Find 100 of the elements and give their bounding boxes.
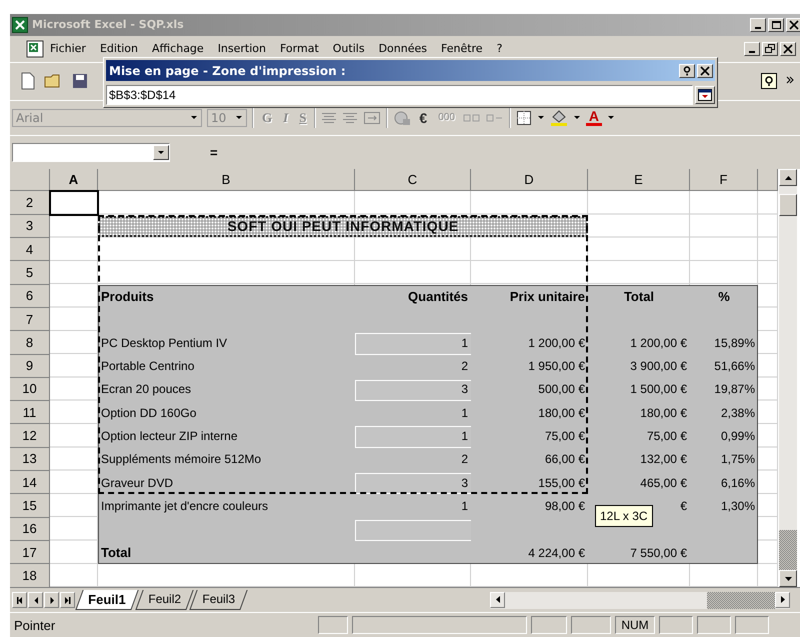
close-icon — [789, 20, 799, 30]
row-header[interactable]: 4 — [10, 238, 50, 262]
column-header[interactable]: D — [471, 169, 588, 192]
font-size: 10 — [211, 110, 226, 125]
scroll-up-arrow-icon[interactable] — [784, 176, 792, 180]
menu-item[interactable]: Outils — [326, 40, 372, 58]
column-header[interactable]: E — [588, 169, 690, 192]
close-button[interactable] — [780, 42, 796, 56]
skip-right-arrow-icon[interactable] — [64, 596, 70, 604]
vertical-scrollbar[interactable] — [778, 169, 797, 588]
menu-item[interactable]: Affichage — [145, 40, 211, 58]
num-lock-indicator: NUM — [615, 616, 655, 634]
table-cell-text: 180,00 € — [639, 404, 688, 422]
menu-item[interactable]: ? — [490, 40, 510, 58]
sheet-tab[interactable]: Feuil1 — [75, 590, 138, 610]
new-document-icon[interactable] — [20, 72, 36, 90]
menu-item[interactable]: Format — [273, 40, 326, 58]
borders-icon[interactable] — [516, 110, 532, 126]
row-header[interactable]: 15 — [10, 494, 50, 518]
restore-icon — [765, 44, 775, 54]
help-button[interactable] — [679, 64, 695, 78]
expand-dialog-button[interactable] — [695, 86, 715, 104]
scrollbar-thumb[interactable] — [707, 592, 775, 609]
row-header[interactable]: 7 — [10, 308, 50, 332]
menu-item[interactable]: Edition — [92, 40, 146, 58]
minimize-button[interactable] — [744, 42, 760, 56]
row-header[interactable]: 2 — [10, 191, 50, 215]
scroll-down-arrow-icon[interactable] — [784, 576, 792, 581]
active-cell[interactable] — [49, 190, 99, 216]
table-cell-text: 500,00 € — [537, 381, 586, 398]
dropdown-arrow-icon[interactable] — [607, 115, 616, 120]
table-cell-text: 1 950,00 € — [527, 358, 586, 376]
dropdown-arrow-icon[interactable] — [157, 150, 165, 156]
row-header[interactable]: 16 — [10, 518, 50, 541]
table-cell-text: 66,00 € — [544, 451, 586, 468]
scroll-right-arrow-icon[interactable] — [780, 596, 784, 604]
merge-cells-icon[interactable] — [363, 110, 382, 125]
table-cell-text: 98,00 € — [544, 498, 586, 515]
table-cell-text: 3 900,00 € — [629, 358, 688, 376]
table-cell-text: 2,38% — [720, 404, 756, 422]
table-cell-text: 180,00 € — [537, 404, 586, 422]
column-header[interactable] — [758, 169, 778, 192]
table-cell-text: 15,89% — [713, 334, 756, 352]
row-header[interactable]: 10 — [10, 378, 50, 402]
menu-item[interactable]: Données — [372, 40, 434, 58]
window-title: Microsoft Excel - SQP.xls — [32, 18, 185, 32]
print-area-field[interactable]: $B$3:$D$14 — [106, 85, 693, 105]
sheet-tab[interactable]: Feuil3 — [190, 590, 248, 610]
close-button[interactable] — [786, 18, 800, 32]
sheet-tab[interactable]: Feuil2 — [134, 590, 193, 610]
dropdown-arrow-icon[interactable] — [572, 115, 581, 120]
row-header[interactable]: 11 — [10, 401, 50, 424]
table-cell-text: 155,00 € — [537, 474, 586, 492]
row-header[interactable]: 3 — [10, 214, 50, 238]
restore-button[interactable] — [762, 42, 778, 56]
dropdown-arrow-icon[interactable] — [536, 115, 545, 120]
maximize-button[interactable] — [768, 18, 784, 32]
column-header[interactable]: C — [355, 169, 471, 192]
row-header[interactable]: 14 — [10, 471, 50, 494]
row-header[interactable]: 18 — [10, 564, 50, 588]
dropdown-arrow-icon — [235, 115, 243, 120]
scrollbar-thumb[interactable] — [779, 194, 797, 216]
table-cell-text: Ecran 20 pouces — [100, 381, 192, 398]
help-icon[interactable] — [760, 72, 778, 90]
table-cell-text: Imprimante jet d'encre couleurs — [100, 498, 270, 515]
menu-item[interactable]: Insertion — [210, 40, 273, 58]
close-icon — [783, 44, 793, 54]
column-header[interactable]: B — [98, 169, 355, 192]
horizontal-scrollbar[interactable] — [490, 592, 790, 609]
table-cell-text: 1,30% — [720, 498, 756, 515]
menu-item[interactable]: Fichier — [44, 40, 93, 58]
right-arrow-icon[interactable] — [48, 596, 54, 604]
close-button[interactable] — [697, 64, 713, 78]
table-cell-text: 19,87% — [713, 381, 756, 398]
minimize-icon — [755, 26, 761, 29]
status-panel — [531, 616, 567, 634]
table-cell-text: % — [717, 288, 731, 306]
row-header[interactable]: 9 — [10, 354, 50, 378]
status-panel — [735, 616, 769, 634]
scroll-left-arrow-icon[interactable] — [496, 596, 500, 604]
row-header[interactable]: 6 — [10, 284, 50, 308]
menu-item[interactable]: Fenêtre — [434, 40, 490, 58]
table-cell-text: Total — [100, 544, 132, 562]
table-cell-text: 7 550,00 € — [629, 544, 688, 562]
fill-color-icon[interactable] — [550, 108, 568, 127]
row-header[interactable]: 17 — [10, 540, 50, 564]
skip-left-arrow-icon[interactable] — [16, 596, 22, 604]
table-cell-text: 1 — [460, 404, 469, 422]
save-icon[interactable] — [72, 73, 88, 90]
row-header[interactable]: 13 — [10, 448, 50, 472]
row-header[interactable]: 5 — [10, 261, 50, 285]
column-header[interactable]: F — [690, 169, 758, 192]
row-header[interactable]: 8 — [10, 331, 50, 355]
minimize-button[interactable] — [750, 18, 766, 32]
table-cell-text: 75,00 € — [646, 428, 688, 446]
row-header[interactable]: 12 — [10, 424, 50, 448]
name-box[interactable] — [12, 143, 170, 162]
euro-button[interactable]: € — [416, 110, 430, 126]
column-header[interactable]: A — [50, 169, 98, 192]
left-arrow-icon[interactable] — [32, 596, 38, 604]
